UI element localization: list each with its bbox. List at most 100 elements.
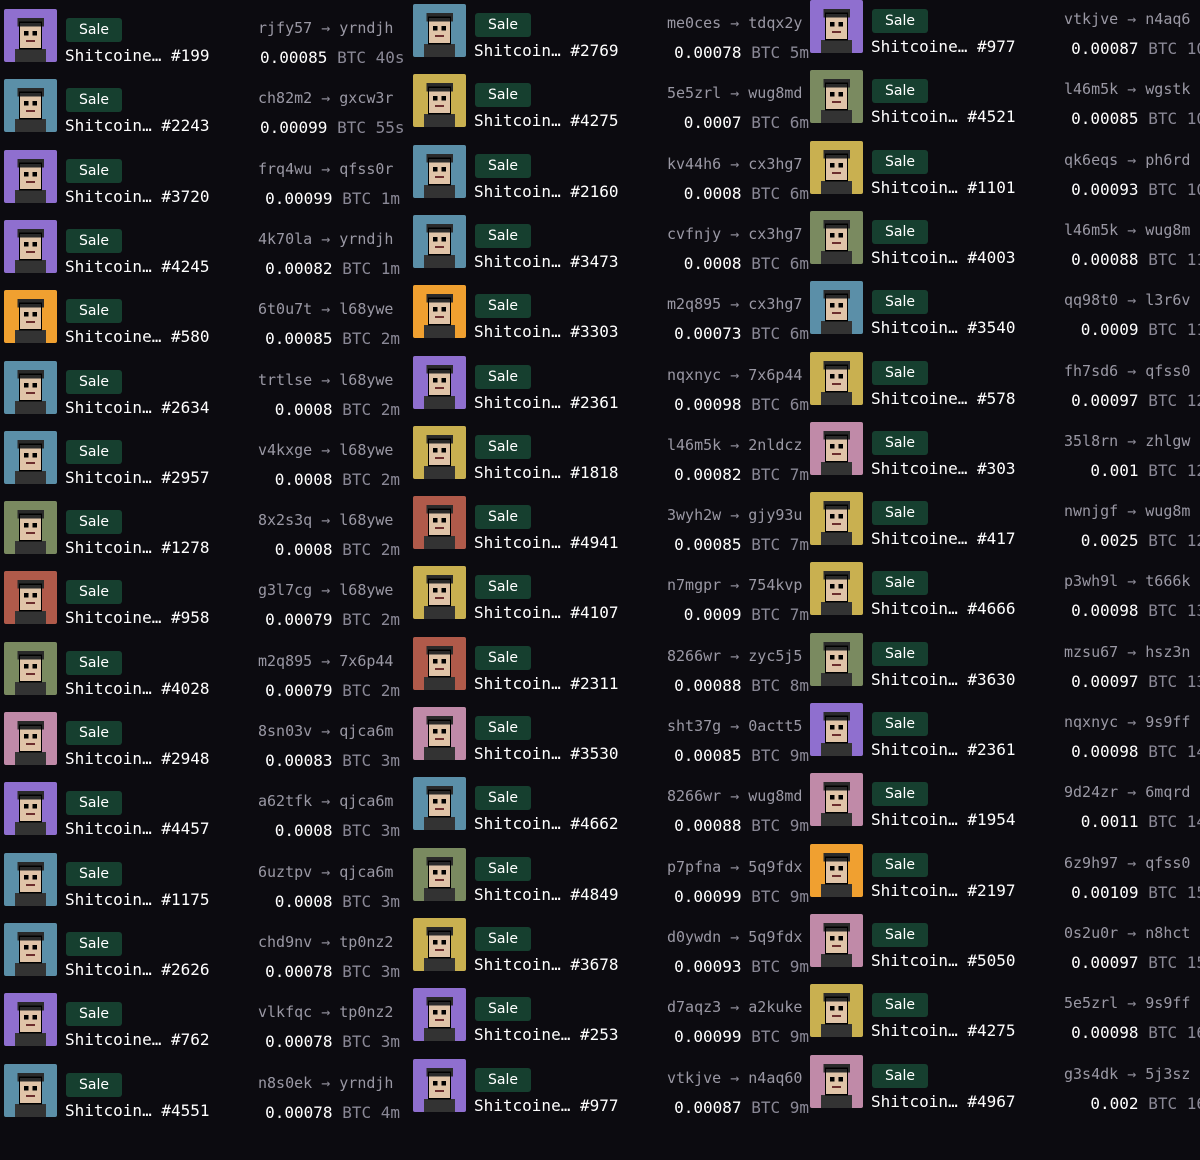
from-address[interactable]: v4kxge bbox=[258, 441, 312, 459]
nft-avatar-image[interactable] bbox=[4, 993, 57, 1046]
to-address[interactable]: 9s9ff bbox=[1145, 713, 1190, 731]
to-address[interactable]: qjca6m bbox=[339, 792, 393, 810]
from-address[interactable]: mzsu67 bbox=[1064, 643, 1118, 661]
from-address[interactable]: p7pfna bbox=[667, 858, 721, 876]
nft-avatar-image[interactable] bbox=[810, 984, 863, 1037]
nft-name-link[interactable]: Shitcoin… #4107 bbox=[474, 603, 619, 622]
nft-avatar-image[interactable] bbox=[413, 215, 466, 268]
sale-row[interactable]: Sale Shitcoin… #4275 5e5zrl → 9s9ff 0.00098… bbox=[806, 975, 1200, 1045]
nft-avatar-image[interactable] bbox=[810, 352, 863, 405]
sale-row[interactable]: Sale Shitcoine… #977 vtkjve → n4aq6 0.00087… bbox=[806, 0, 1200, 61]
sale-row[interactable]: Sale Shitcoin… #1101 qk6eqs → ph6rd 0.00093… bbox=[806, 132, 1200, 202]
from-address[interactable]: l46m5k bbox=[1064, 80, 1118, 98]
nft-name-link[interactable]: Shitcoin… #4666 bbox=[871, 599, 1016, 618]
from-address[interactable]: rjfy57 bbox=[258, 19, 312, 37]
nft-name-link[interactable]: Shitcoin… #2626 bbox=[65, 960, 210, 979]
sale-row[interactable]: Sale Shitcoine… #199 rjfy57 → yrndjh 0.0008… bbox=[0, 0, 409, 70]
from-address[interactable]: 6z9h97 bbox=[1064, 854, 1118, 872]
to-address[interactable]: wug8md bbox=[748, 84, 802, 102]
to-address[interactable]: wgstk bbox=[1145, 80, 1190, 98]
nft-avatar-image[interactable] bbox=[810, 0, 863, 53]
from-address[interactable]: 5e5zrl bbox=[667, 84, 721, 102]
nft-name-link[interactable]: Shitcoin… #2361 bbox=[871, 740, 1016, 759]
to-address[interactable]: 9s9ff bbox=[1145, 994, 1190, 1012]
from-address[interactable]: l46m5k bbox=[1064, 221, 1118, 239]
to-address[interactable]: yrndjh bbox=[339, 230, 393, 248]
from-address[interactable]: 8x2s3q bbox=[258, 511, 312, 529]
nft-name-link[interactable]: Shitcoine… #580 bbox=[65, 327, 210, 346]
sale-row[interactable]: Sale Shitcoin… #2160 kv44h6 → cx3hg7 0.0008… bbox=[409, 136, 818, 206]
to-address[interactable]: qfss0r bbox=[339, 160, 393, 178]
nft-name-link[interactable]: Shitcoin… #2197 bbox=[871, 881, 1016, 900]
from-address[interactable]: kv44h6 bbox=[667, 155, 721, 173]
from-address[interactable]: m2q895 bbox=[667, 295, 721, 313]
nft-avatar-image[interactable] bbox=[810, 211, 863, 264]
from-address[interactable]: l46m5k bbox=[667, 436, 721, 454]
nft-name-link[interactable]: Shitcoine… #977 bbox=[474, 1096, 619, 1115]
from-address[interactable]: ch82m2 bbox=[258, 89, 312, 107]
nft-name-link[interactable]: Shitcoin… #2160 bbox=[474, 182, 619, 201]
nft-name-link[interactable]: Shitcoin… #3530 bbox=[474, 744, 619, 763]
from-address[interactable]: trtlse bbox=[258, 371, 312, 389]
nft-avatar-image[interactable] bbox=[810, 492, 863, 545]
nft-avatar-image[interactable] bbox=[4, 712, 57, 765]
sale-row[interactable]: Sale Shitcoin… #4245 4k70la → yrndjh 0.0008… bbox=[0, 211, 409, 281]
to-address[interactable]: l3r6v bbox=[1145, 291, 1190, 309]
to-address[interactable]: gjy93u bbox=[748, 506, 802, 524]
sale-row[interactable]: Sale Shitcoin… #2957 v4kxge → l68ywe 0.0008… bbox=[0, 422, 409, 492]
sale-row[interactable]: Sale Shitcoin… #4941 3wyh2w → gjy93u 0.0008… bbox=[409, 487, 818, 557]
to-address[interactable]: zyc5j5 bbox=[748, 647, 802, 665]
sale-row[interactable]: Sale Shitcoin… #2769 me0ces → tdqx2y 0.0007… bbox=[409, 0, 818, 65]
nft-name-link[interactable]: Shitcoin… #4849 bbox=[474, 885, 619, 904]
nft-avatar-image[interactable] bbox=[4, 431, 57, 484]
sale-row[interactable]: Sale Shitcoin… #4849 p7pfna → 5q9fdx 0.0009… bbox=[409, 839, 818, 909]
nft-name-link[interactable]: Shitcoin… #4245 bbox=[65, 257, 210, 276]
sale-row[interactable]: Sale Shitcoin… #4275 5e5zrl → wug8md 0.0007… bbox=[409, 65, 818, 135]
sale-row[interactable]: Sale Shitcoin… #2361 nqxnyc → 7x6p44 0.0009… bbox=[409, 347, 818, 417]
nft-name-link[interactable]: Shitcoin… #3303 bbox=[474, 322, 619, 341]
sale-row[interactable]: Sale Shitcoin… #2311 8266wr → zyc5j5 0.0008… bbox=[409, 628, 818, 698]
nft-name-link[interactable]: Shitcoin… #4457 bbox=[65, 819, 210, 838]
sale-row[interactable]: Sale Shitcoin… #2361 nqxnyc → 9s9ff 0.00098… bbox=[806, 694, 1200, 764]
nft-avatar-image[interactable] bbox=[810, 844, 863, 897]
to-address[interactable]: tp0nz2 bbox=[339, 1003, 393, 1021]
to-address[interactable]: zhlgw bbox=[1145, 432, 1190, 450]
from-address[interactable]: fh7sd6 bbox=[1064, 362, 1118, 380]
nft-name-link[interactable]: Shitcoin… #3678 bbox=[474, 955, 619, 974]
sale-row[interactable]: Sale Shitcoin… #4666 p3wh9l → t666k 0.00098… bbox=[806, 553, 1200, 623]
nft-avatar-image[interactable] bbox=[413, 988, 466, 1041]
nft-name-link[interactable]: Shitcoin… #2948 bbox=[65, 749, 210, 768]
from-address[interactable]: 0s2u0r bbox=[1064, 924, 1118, 942]
sale-row[interactable]: Sale Shitcoin… #3630 mzsu67 → hsz3n 0.00097… bbox=[806, 624, 1200, 694]
from-address[interactable]: 6t0u7t bbox=[258, 300, 312, 318]
sale-row[interactable]: Sale Shitcoine… #303 35l8rn → zhlgw 0.001 B… bbox=[806, 413, 1200, 483]
from-address[interactable]: vtkjve bbox=[1064, 10, 1118, 28]
sale-row[interactable]: Sale Shitcoin… #4662 8266wr → wug8md 0.0008… bbox=[409, 768, 818, 838]
from-address[interactable]: cvfnjy bbox=[667, 225, 721, 243]
sale-row[interactable]: Sale Shitcoine… #977 vtkjve → n4aq60 0.0008… bbox=[409, 1050, 818, 1120]
sale-row[interactable]: Sale Shitcoin… #4003 l46m5k → wug8m 0.00088… bbox=[806, 202, 1200, 272]
sale-row[interactable]: Sale Shitcoin… #5050 0s2u0r → n8hct 0.00097… bbox=[806, 905, 1200, 975]
nft-avatar-image[interactable] bbox=[4, 571, 57, 624]
nft-avatar-image[interactable] bbox=[810, 1055, 863, 1108]
from-address[interactable]: p3wh9l bbox=[1064, 572, 1118, 590]
sale-row[interactable]: Sale Shitcoin… #1954 9d24zr → 6mqrd 0.0011 … bbox=[806, 764, 1200, 834]
nft-name-link[interactable]: Shitcoin… #4967 bbox=[871, 1092, 1016, 1111]
from-address[interactable]: me0ces bbox=[667, 14, 721, 32]
sale-row[interactable]: Sale Shitcoin… #4457 a62tfk → qjca6m 0.0008… bbox=[0, 773, 409, 843]
to-address[interactable]: qfss0 bbox=[1145, 854, 1190, 872]
from-address[interactable]: g3s4dk bbox=[1064, 1065, 1118, 1083]
from-address[interactable]: nqxnyc bbox=[667, 366, 721, 384]
nft-avatar-image[interactable] bbox=[413, 777, 466, 830]
nft-avatar-image[interactable] bbox=[4, 923, 57, 976]
nft-name-link[interactable]: Shitcoine… #417 bbox=[871, 529, 1016, 548]
nft-name-link[interactable]: Shitcoin… #1954 bbox=[871, 810, 1016, 829]
nft-name-link[interactable]: Shitcoine… #958 bbox=[65, 608, 210, 627]
sale-row[interactable]: Sale Shitcoin… #1175 6uztpv → qjca6m 0.0008… bbox=[0, 844, 409, 914]
sale-row[interactable]: Sale Shitcoine… #762 vlkfqc → tp0nz2 0.0007… bbox=[0, 984, 409, 1054]
to-address[interactable]: cx3hg7 bbox=[748, 155, 802, 173]
nft-avatar-image[interactable] bbox=[4, 290, 57, 343]
to-address[interactable]: wug8m bbox=[1145, 221, 1190, 239]
nft-name-link[interactable]: Shitcoin… #4003 bbox=[871, 248, 1016, 267]
nft-avatar-image[interactable] bbox=[810, 70, 863, 123]
